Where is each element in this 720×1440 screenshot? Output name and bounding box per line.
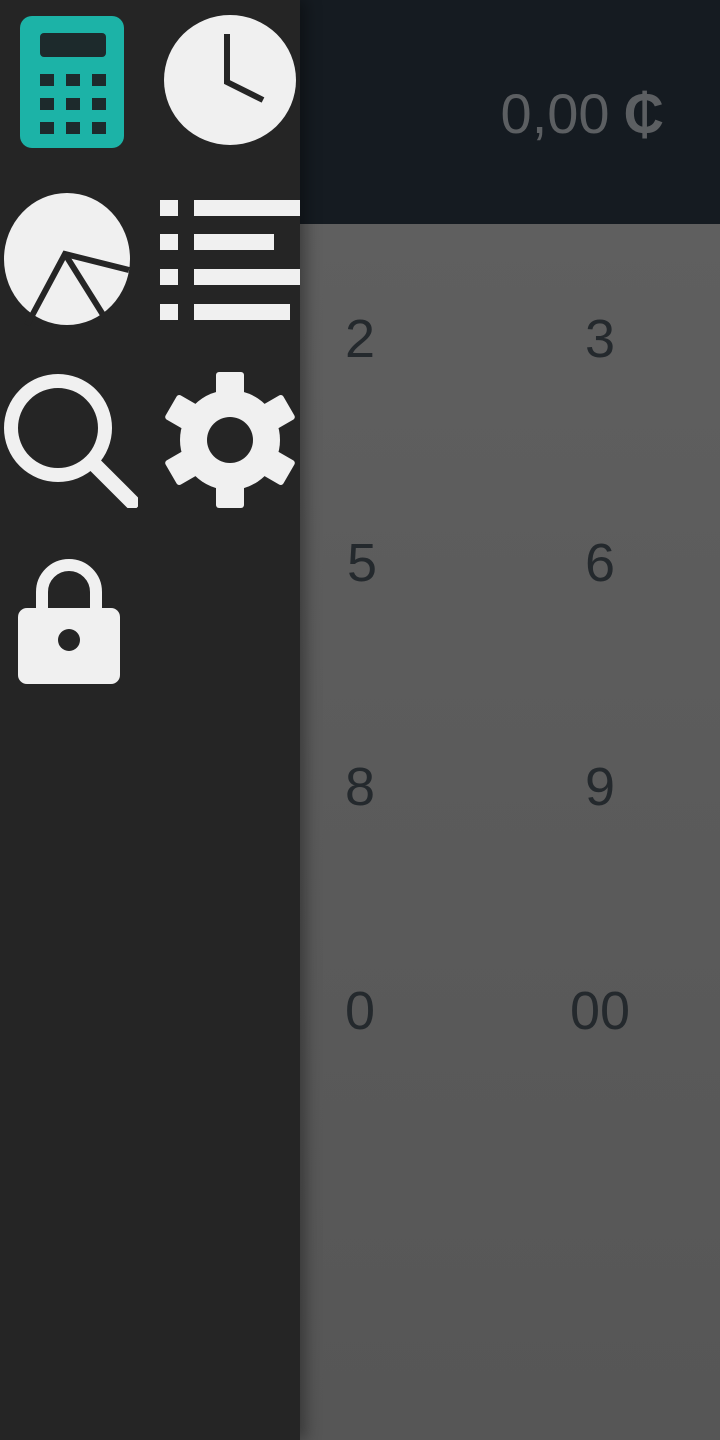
currency-symbol: ₵	[623, 82, 664, 145]
drawer-item-history[interactable]	[163, 14, 297, 146]
display-amount: 0,00	[500, 82, 610, 145]
drawer-item-calculator[interactable]	[20, 16, 124, 148]
drawer-item-list[interactable]	[160, 200, 300, 322]
navigation-drawer	[0, 0, 300, 1440]
drawer-item-reports[interactable]	[3, 192, 131, 326]
calculator-icon	[20, 16, 124, 148]
search-icon	[4, 374, 138, 508]
key-8[interactable]: 8	[300, 752, 420, 822]
lock-icon	[18, 559, 120, 684]
key-3[interactable]: 3	[540, 304, 660, 374]
app-root: 0,00 ₵ 2 3 5 6 8 9 0 00	[0, 0, 720, 1440]
key-9[interactable]: 9	[540, 752, 660, 822]
drawer-item-lock[interactable]	[18, 552, 120, 684]
pie-chart-icon	[4, 193, 130, 326]
key-0[interactable]: 0	[300, 976, 420, 1046]
key-00[interactable]: 00	[540, 976, 660, 1046]
key-2[interactable]: 2	[300, 304, 420, 374]
list-icon	[160, 200, 300, 320]
clock-icon	[164, 15, 296, 145]
gear-icon	[165, 372, 295, 508]
display-value: 0,00 ₵	[501, 76, 664, 152]
drawer-item-settings[interactable]	[162, 372, 298, 508]
key-6[interactable]: 6	[540, 528, 660, 598]
key-5[interactable]: 5	[302, 528, 422, 598]
drawer-item-search[interactable]	[2, 372, 138, 508]
